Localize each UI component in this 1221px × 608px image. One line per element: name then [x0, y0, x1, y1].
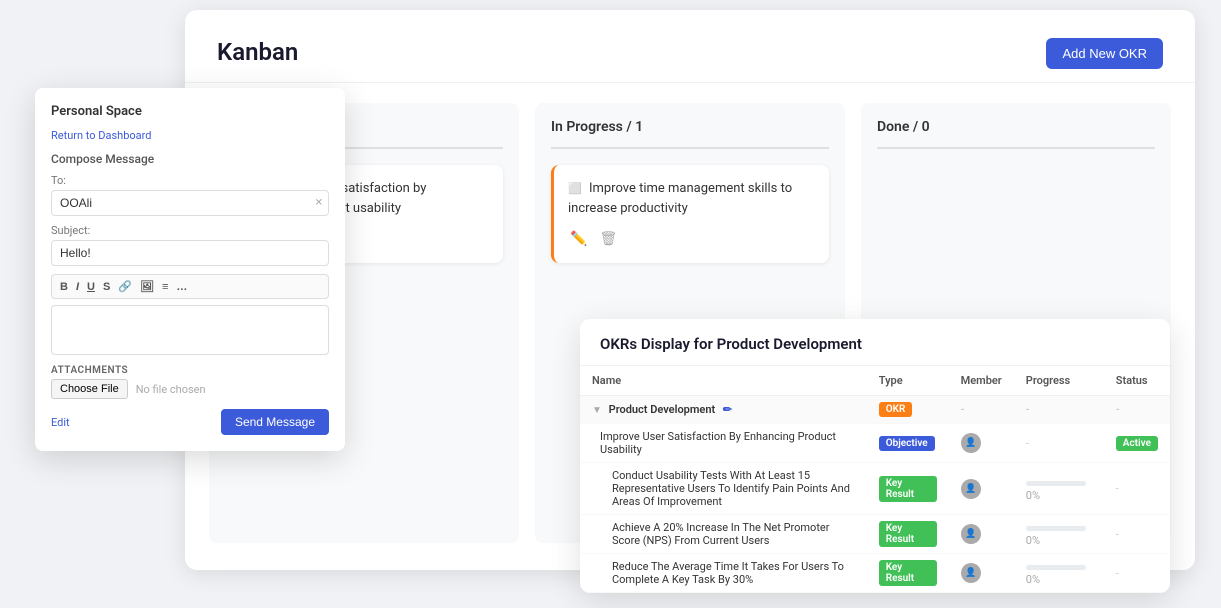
toolbar-italic[interactable]: I: [74, 279, 81, 294]
toolbar-strikethrough[interactable]: S: [101, 279, 112, 294]
active-badge: Active: [1116, 436, 1158, 451]
compose-label: Compose Message: [51, 152, 329, 166]
group-edit-icon[interactable]: ✏: [723, 403, 732, 416]
no-file-text: No file chosen: [136, 383, 206, 396]
okr-panel-title: OKRs Display for Product Development: [600, 335, 1150, 353]
progress-pct-3: 0%: [1026, 534, 1040, 547]
okr-table: Name Type Member Progress Status ▼ Produ…: [580, 366, 1170, 593]
row3-status: -: [1104, 515, 1170, 554]
toolbar-bold[interactable]: B: [58, 279, 70, 294]
modal-footer: Edit Send Message: [51, 409, 329, 435]
personal-space-modal: Personal Space Return to Dashboard Compo…: [35, 88, 345, 451]
table-row: Conduct Usability Tests With At Least 15…: [580, 463, 1170, 515]
key-result-badge-3: Key Result: [879, 560, 937, 586]
row2-name: Conduct Usability Tests With At Least 15…: [580, 463, 867, 515]
return-dashboard-link[interactable]: Return to Dashboard: [51, 129, 329, 142]
row2-member: 👤: [949, 463, 1014, 515]
row2-type: Key Result: [867, 463, 949, 515]
row3-progress: 0%: [1014, 515, 1104, 554]
kanban-header: Kanban Add New OKR: [185, 10, 1195, 83]
file-input-row: Choose File No file chosen: [51, 379, 329, 399]
row1-progress: -: [1014, 424, 1104, 463]
row1-status: Active: [1104, 424, 1170, 463]
card-delete-button-inprogress[interactable]: 🗑: [597, 228, 619, 249]
kanban-card-inprogress: ⬜ Improve time management skills to incr…: [551, 165, 829, 263]
row1-type: Objective: [867, 424, 949, 463]
toolbar-underline[interactable]: U: [85, 279, 97, 294]
row4-member: 👤: [949, 554, 1014, 593]
member-avatar-4: 👤: [961, 563, 981, 583]
attachments-section: ATTACHMENTS Choose File No file chosen: [51, 365, 329, 399]
member-avatar-2: 👤: [961, 479, 981, 499]
subject-input[interactable]: [51, 240, 329, 266]
member-avatar-1: 👤: [961, 433, 981, 453]
row4-status: -: [1104, 554, 1170, 593]
group-row: ▼ Product Development ✏ OKR - - -: [580, 396, 1170, 424]
row3-member: 👤: [949, 515, 1014, 554]
message-textarea[interactable]: [51, 305, 329, 355]
progress-bar-3: [1026, 526, 1086, 531]
to-clear-button[interactable]: ✕: [315, 198, 323, 209]
toolbar-list[interactable]: ≡: [160, 279, 170, 294]
column-header-done: Done / 0: [877, 119, 1155, 149]
progress-bar-4: [1026, 565, 1086, 570]
expand-icon[interactable]: ▼: [592, 405, 602, 416]
row4-progress: 0%: [1014, 554, 1104, 593]
card-text-inprogress: ⬜ Improve time management skills to incr…: [568, 179, 815, 218]
column-header-inprogress: In Progress / 1: [551, 119, 829, 149]
okr-panel: OKRs Display for Product Development Nam…: [580, 319, 1170, 593]
progress-pct-2: 0%: [1026, 489, 1040, 502]
progress-pct-4: 0%: [1026, 573, 1040, 586]
to-label: To:: [51, 174, 329, 187]
row3-name: Achieve A 20% Increase In The Net Promot…: [580, 515, 867, 554]
row4-type: Key Result: [867, 554, 949, 593]
toolbar-more[interactable]: …: [174, 279, 189, 294]
table-row: Achieve A 20% Increase In The Net Promot…: [580, 515, 1170, 554]
table-row: Improve User Satisfaction By Enhancing P…: [580, 424, 1170, 463]
subject-field-row: Subject:: [51, 224, 329, 266]
row1-name: Improve User Satisfaction By Enhancing P…: [580, 424, 867, 463]
member-avatar-3: 👤: [961, 524, 981, 544]
group-name-cell: ▼ Product Development ✏: [580, 396, 867, 424]
toolbar-image[interactable]: 🖼: [138, 279, 156, 294]
col-header-member: Member: [949, 366, 1014, 396]
row2-progress: 0%: [1014, 463, 1104, 515]
choose-file-button[interactable]: Choose File: [51, 379, 128, 399]
col-header-type: Type: [867, 366, 949, 396]
col-header-name: Name: [580, 366, 867, 396]
card-edit-button-inprogress[interactable]: ✏️: [568, 228, 589, 249]
to-field-row: To: ✕: [51, 174, 329, 216]
row3-type: Key Result: [867, 515, 949, 554]
message-toolbar: B I U S 🔗 🖼 ≡ …: [51, 274, 329, 299]
row2-status: -: [1104, 463, 1170, 515]
row1-member: 👤: [949, 424, 1014, 463]
col-header-status: Status: [1104, 366, 1170, 396]
group-status-cell: -: [1104, 396, 1170, 424]
modal-title: Personal Space: [51, 104, 329, 119]
progress-bar-2: [1026, 481, 1086, 486]
kanban-title: Kanban: [217, 38, 1163, 66]
okr-badge: OKR: [879, 402, 913, 417]
okr-panel-header: OKRs Display for Product Development: [580, 319, 1170, 366]
key-result-badge-1: Key Result: [879, 476, 937, 502]
group-type-cell: OKR: [867, 396, 949, 424]
table-row: Reduce The Average Time It Takes For Use…: [580, 554, 1170, 593]
group-member-cell: -: [949, 396, 1014, 424]
card-actions-inprogress: ✏️ 🗑: [568, 228, 815, 249]
objective-badge: Objective: [879, 436, 935, 451]
col-header-progress: Progress: [1014, 366, 1104, 396]
group-name: Product Development: [609, 403, 716, 416]
to-input[interactable]: [51, 190, 329, 216]
key-result-badge-2: Key Result: [879, 521, 937, 547]
group-progress-cell: -: [1014, 396, 1104, 424]
toolbar-link[interactable]: 🔗: [116, 279, 134, 294]
edit-link[interactable]: Edit: [51, 416, 70, 429]
row4-name: Reduce The Average Time It Takes For Use…: [580, 554, 867, 593]
card-icon-inprogress: ⬜: [568, 182, 582, 195]
to-input-wrapper: ✕: [51, 190, 329, 216]
subject-label: Subject:: [51, 224, 329, 237]
send-message-button[interactable]: Send Message: [221, 409, 329, 435]
add-okr-button[interactable]: Add New OKR: [1046, 38, 1163, 69]
attachments-label: ATTACHMENTS: [51, 365, 329, 376]
